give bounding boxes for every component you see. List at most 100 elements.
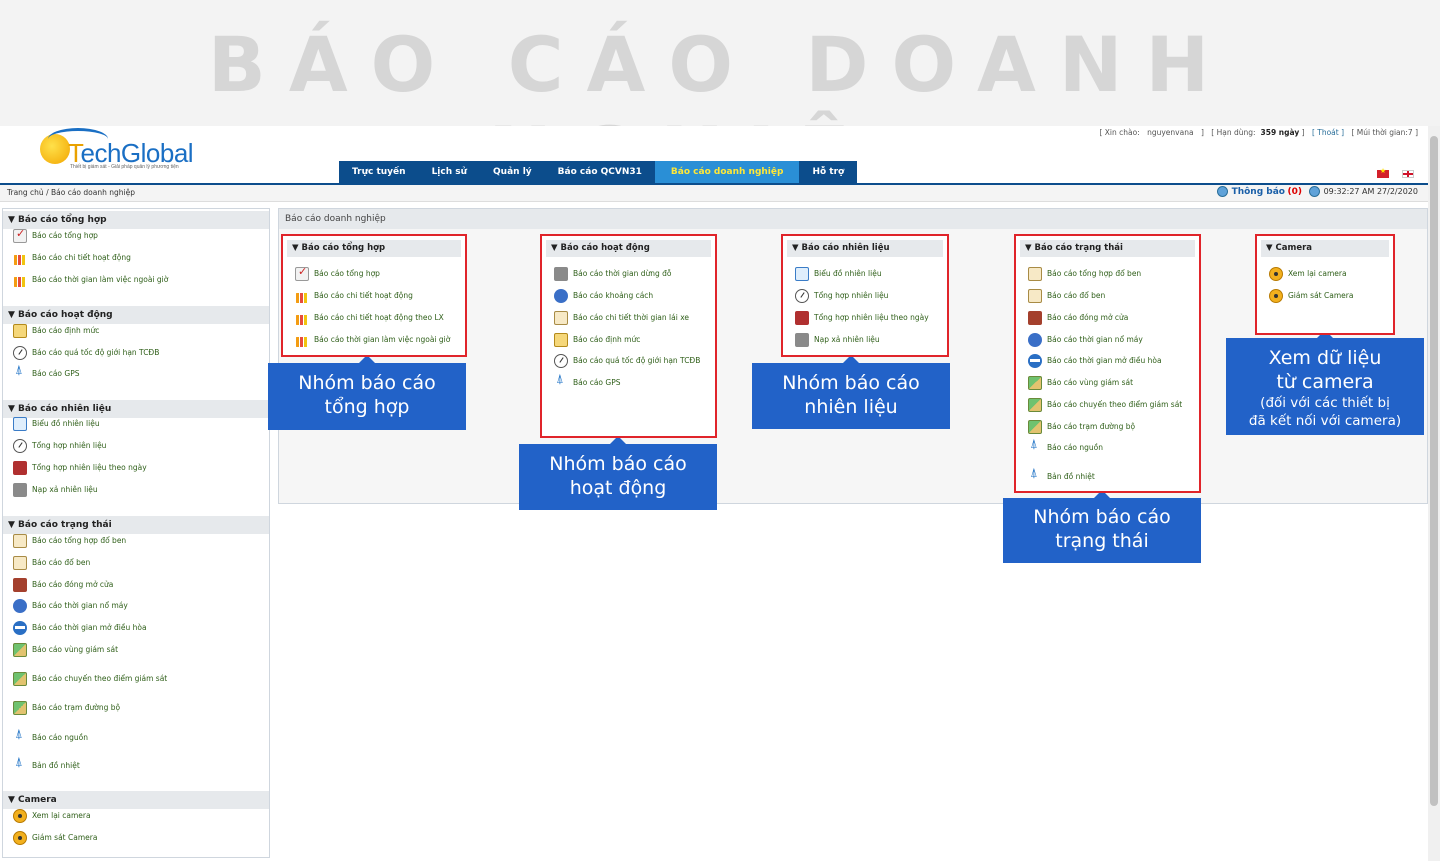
report-group-header[interactable]: ▼ Camera <box>1261 240 1389 257</box>
report-link[interactable]: Báo cáo tổng hợp đổ ben <box>13 534 126 548</box>
report-link[interactable]: Báo cáo thời gian mở điều hòa <box>1028 354 1162 368</box>
report-link[interactable]: Báo cáo đổ ben <box>13 556 90 570</box>
report-link[interactable]: Báo cáo quá tốc độ giới hạn TCĐB <box>554 354 700 368</box>
nav-item[interactable]: Hỗ trợ <box>799 161 857 183</box>
sidebar-group-header[interactable]: ▼ Báo cáo hoạt động <box>3 306 269 324</box>
report-link[interactable]: Báo cáo GPS <box>13 364 80 381</box>
callout-line: đã kết nối với camera) <box>1248 413 1402 429</box>
callout-nhien-lieu: Nhóm báo cáo nhiên liệu <box>752 355 950 429</box>
map-icon <box>13 643 27 657</box>
report-link[interactable]: Báo cáo GPS <box>554 373 621 390</box>
report-link[interactable]: Báo cáo thời gian nổ máy <box>1028 333 1143 347</box>
logout-link[interactable]: [ Thoát ] <box>1312 128 1344 137</box>
callout-line: hoạt động <box>569 477 667 499</box>
scrollbar-thumb[interactable] <box>1430 136 1438 806</box>
report-link[interactable]: Nạp xả nhiên liệu <box>795 333 880 347</box>
report-group-header[interactable]: ▼ Báo cáo trạng thái <box>1020 240 1195 257</box>
report-link[interactable]: Báo cáo nguồn <box>1028 438 1103 455</box>
report-link[interactable]: Báo cáo chi tiết hoạt động theo LX <box>295 311 444 325</box>
map-icon <box>1028 398 1042 412</box>
report-link[interactable]: Báo cáo quá tốc độ giới hạn TCĐB <box>13 346 159 360</box>
report-link[interactable]: Báo cáo thời gian dừng đỗ <box>554 267 672 281</box>
current-datetime: 09:32:27 AM 27/2/2020 <box>1323 187 1418 196</box>
report-link[interactable]: Báo cáo đóng mở cửa <box>1028 311 1128 325</box>
sidebar-group-header[interactable]: ▼ Camera <box>3 791 269 809</box>
report-link[interactable]: Xem lại camera <box>13 809 91 823</box>
report-link-label: Báo cáo định mức <box>32 326 100 335</box>
report-link[interactable]: Xem lại camera <box>1269 267 1347 281</box>
report-link[interactable]: Giám sát Camera <box>1269 289 1353 303</box>
sidebar-group-header[interactable]: ▼ Báo cáo trạng thái <box>3 516 269 534</box>
report-link-label: Báo cáo định mức <box>573 335 641 344</box>
report-group-header[interactable]: ▼ Báo cáo nhiên liệu <box>787 240 943 257</box>
nav-item[interactable]: Trực tuyến <box>339 161 419 183</box>
sidebar-group-header[interactable]: ▼ Báo cáo tổng hợp <box>3 211 269 229</box>
report-link-label: Báo cáo chi tiết hoạt động theo LX <box>314 313 444 322</box>
report-group-box: ▼ Báo cáo hoạt động Báo cáo thời gian dừn… <box>540 234 717 438</box>
antenna-icon <box>13 728 27 745</box>
report-link[interactable]: Báo cáo chi tiết thời gian lái xe <box>554 311 689 325</box>
callout-line: tổng hợp <box>324 396 410 418</box>
report-link[interactable]: Báo cáo vùng giám sát <box>1028 376 1133 390</box>
report-link[interactable]: Báo cáo tổng hợp <box>295 265 380 281</box>
report-link-label: Báo cáo tổng hợp <box>32 231 98 240</box>
report-link[interactable]: Tổng hợp nhiên liệu <box>795 289 888 303</box>
report-link[interactable]: Bản đồ nhiệt <box>1028 467 1095 484</box>
engine-icon <box>13 599 27 613</box>
report-link[interactable]: Báo cáo trạm đường bộ <box>13 701 120 715</box>
report-group-header[interactable]: ▼ Báo cáo tổng hợp <box>287 240 461 257</box>
report-link-label: Giám sát Camera <box>32 833 98 842</box>
report-link-label: Báo cáo quá tốc độ giới hạn TCĐB <box>32 348 160 357</box>
nav-item[interactable]: Lịch sử <box>419 161 480 183</box>
report-link[interactable]: Báo cáo tổng hợp <box>13 227 98 243</box>
report-link[interactable]: Báo cáo định mức <box>13 324 99 338</box>
report-link[interactable]: Báo cáo trạm đường bộ <box>1028 420 1135 434</box>
report-link[interactable]: Biểu đồ nhiên liệu <box>13 417 100 431</box>
report-group-box: ▼ Camera Xem lại camera Giám sát Camera <box>1255 234 1395 335</box>
england-flag-icon[interactable] <box>1402 169 1414 178</box>
report-link[interactable]: Báo cáo thời gian làm việc ngoài giờ <box>13 273 168 287</box>
logo[interactable]: TechGlobal Thiết bị giám sát - Giải pháp… <box>38 128 198 174</box>
report-link[interactable]: Báo cáo đóng mở cửa <box>13 578 113 592</box>
report-link-label: Báo cáo đổ ben <box>1047 291 1106 300</box>
sidebar-group-header[interactable]: ▼ Báo cáo nhiên liệu <box>3 400 269 418</box>
report-link[interactable]: Tổng hợp nhiên liệu theo ngày <box>795 311 929 325</box>
pen-icon <box>13 324 27 338</box>
report-link[interactable]: Tổng hợp nhiên liệu <box>13 439 106 453</box>
report-link[interactable]: Báo cáo đổ ben <box>1028 289 1105 303</box>
report-link[interactable]: Báo cáo chuyến theo điểm giám sát <box>1028 398 1182 412</box>
panel-title: Báo cáo doanh nghiệp <box>279 209 1427 229</box>
vertical-scrollbar[interactable] <box>1428 126 1440 861</box>
report-link[interactable]: Báo cáo thời gian mở điều hòa <box>13 621 147 635</box>
notification-link[interactable]: Thông báo <box>1232 187 1285 197</box>
notification-icon[interactable] <box>1216 186 1228 197</box>
report-link[interactable]: Báo cáo thời gian nổ máy <box>13 599 128 613</box>
report-link[interactable]: Báo cáo vùng giám sát <box>13 643 118 657</box>
report-link[interactable]: Báo cáo định mức <box>554 333 640 347</box>
report-link[interactable]: Tổng hợp nhiên liệu theo ngày <box>13 461 147 475</box>
report-link[interactable]: Báo cáo chi tiết hoạt động <box>13 251 131 265</box>
report-link[interactable]: Báo cáo chuyến theo điểm giám sát <box>13 672 167 686</box>
nav-item[interactable]: Báo cáo QCVN31 <box>545 161 655 183</box>
nav-item[interactable]: Quản lý <box>480 161 545 183</box>
report-group-box: ▼ Báo cáo tổng hợp Báo cáo tổng hợp Báo cá… <box>281 234 467 357</box>
vietnam-flag-icon[interactable] <box>1376 167 1389 178</box>
report-link-label: Báo cáo khoảng cách <box>573 291 654 300</box>
report-group-header[interactable]: ▼ Báo cáo hoạt động <box>546 240 711 257</box>
report-link[interactable]: Biểu đồ nhiên liệu <box>795 267 882 281</box>
report-link[interactable]: Báo cáo tổng hợp đổ ben <box>1028 267 1141 281</box>
report-link[interactable]: Giám sát Camera <box>13 831 97 845</box>
report-link-label: Báo cáo tổng hợp đổ ben <box>1047 269 1142 278</box>
report-link[interactable]: Nạp xả nhiên liệu <box>13 483 98 497</box>
callout-line: từ camera <box>1276 371 1374 393</box>
report-link[interactable]: Báo cáo nguồn <box>13 728 88 745</box>
report-link[interactable]: Báo cáo chi tiết hoạt động <box>295 289 413 303</box>
report-link[interactable]: Báo cáo khoảng cách <box>554 289 653 303</box>
callout-camera: Xem dữ liệu từ camera (đối với các thiết… <box>1226 330 1424 435</box>
report-link[interactable]: Báo cáo thời gian làm việc ngoài giờ <box>295 333 450 347</box>
report-link[interactable]: Bản đồ nhiệt <box>13 756 80 773</box>
antenna-icon <box>13 364 27 381</box>
nav-item[interactable]: Báo cáo doanh nghiệp <box>654 161 800 183</box>
antenna-icon <box>1028 438 1042 455</box>
report-link-label: Báo cáo tổng hợp đổ ben <box>32 536 127 545</box>
